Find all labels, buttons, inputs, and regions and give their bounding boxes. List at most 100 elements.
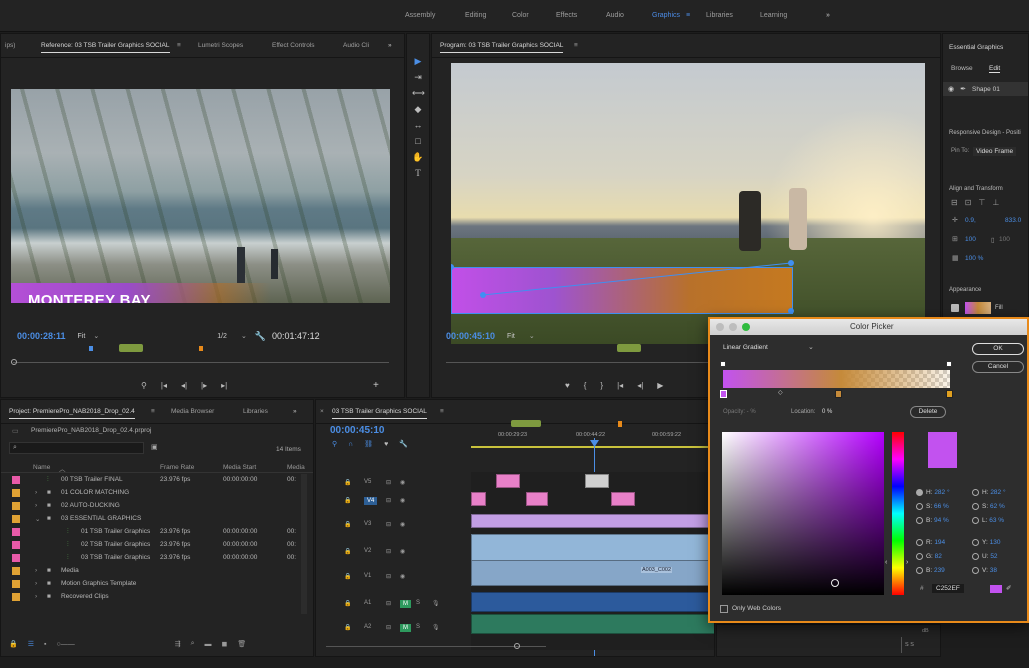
automate-icon[interactable]: ⇶ xyxy=(175,640,181,648)
chevron-down-icon[interactable]: ⌄ xyxy=(93,332,99,340)
saturation-brightness-field[interactable] xyxy=(722,432,884,595)
workspace-learning[interactable]: Learning xyxy=(760,12,787,19)
project-scrollbar[interactable] xyxy=(301,474,307,614)
step-back-icon[interactable]: ◂| xyxy=(637,381,643,390)
sync-lock-icon[interactable]: ⊟ xyxy=(386,573,391,580)
align-horizontal-icon[interactable]: ⊡ xyxy=(965,198,972,207)
label-color-chip[interactable] xyxy=(12,528,20,536)
label-color-chip[interactable] xyxy=(12,567,20,575)
tab-reference[interactable]: Reference: 03 TSB Trailer Graphics SOCIA… xyxy=(41,42,170,53)
color-channel-value[interactable]: 62 % xyxy=(990,503,1005,510)
linked-selection-icon[interactable]: ⛓ xyxy=(364,440,373,448)
mark-in-icon[interactable]: { xyxy=(584,381,587,390)
selection-tool-icon[interactable]: ▶ xyxy=(412,55,424,67)
source-scrub-bar[interactable] xyxy=(13,362,389,363)
opacity-stop[interactable] xyxy=(720,361,726,367)
workspace-assembly[interactable]: Assembly xyxy=(405,12,435,19)
color-value-hsl-yuv[interactable]: U: 52 xyxy=(972,553,998,560)
eye-icon[interactable]: ◉ xyxy=(400,521,405,528)
hue-slider[interactable] xyxy=(892,432,904,595)
go-to-in-icon[interactable]: |◂ xyxy=(617,381,623,390)
fill-swatch[interactable] xyxy=(965,302,991,314)
radio-button[interactable] xyxy=(972,489,979,496)
solo-buttons[interactable]: S S xyxy=(905,642,914,648)
color-channel-value[interactable]: 38 xyxy=(990,567,997,574)
timeline-timecode[interactable]: 00:00:45:10 xyxy=(330,425,384,436)
sync-lock-icon[interactable]: ⊟ xyxy=(386,479,391,486)
tab-media-browser[interactable]: Media Browser xyxy=(171,408,214,415)
track-label[interactable]: A1 xyxy=(364,600,371,606)
fill-checkbox[interactable] xyxy=(951,304,959,312)
clip-v1[interactable] xyxy=(471,560,714,586)
program-timecode[interactable]: 00:00:45:10 xyxy=(446,331,495,341)
track-lock-icon[interactable]: 🔒 xyxy=(344,548,351,555)
opacity-stop[interactable] xyxy=(946,361,952,367)
wrench-icon[interactable]: 🔧 xyxy=(255,331,266,342)
source-fit-select[interactable]: Fit xyxy=(78,333,86,340)
workspace-effects[interactable]: Effects xyxy=(556,12,577,19)
trash-icon[interactable]: 🗑 xyxy=(237,640,246,648)
tab-prefix[interactable]: ips) xyxy=(5,42,15,49)
label-color-chip[interactable] xyxy=(12,593,20,601)
solo-button[interactable]: S xyxy=(416,600,420,606)
project-row[interactable]: ⫶ 01 TSB Trailer Graphics 23.976 fps 00:00:… xyxy=(1,526,301,539)
close-icon[interactable]: × xyxy=(320,408,324,415)
tab-menu-icon[interactable]: ≡ xyxy=(574,42,578,49)
project-search-input[interactable]: ⌕ xyxy=(9,442,144,454)
track-label[interactable]: V5 xyxy=(364,479,371,485)
work-area-bar[interactable] xyxy=(511,420,541,427)
settings-wrench-icon[interactable]: 🔧 xyxy=(399,440,408,448)
radio-button[interactable] xyxy=(972,553,979,560)
color-channel-value[interactable]: 63 % xyxy=(989,517,1004,524)
align-top-icon[interactable]: ⊤ xyxy=(978,198,985,207)
step-forward-icon[interactable]: ▸| xyxy=(221,381,227,390)
new-item-icon[interactable]: ◼ xyxy=(222,640,228,648)
scale-height[interactable]: 100 xyxy=(999,236,1010,243)
track-lock-icon[interactable]: 🔒 xyxy=(344,600,351,607)
disclosure-icon[interactable]: ⌄ xyxy=(35,515,40,523)
disclosure-icon[interactable]: › xyxy=(35,567,37,574)
position-y[interactable]: 833.0 xyxy=(1005,217,1021,224)
clip-v3[interactable] xyxy=(471,514,714,528)
tab-timeline[interactable]: 03 TSB Trailer Graphics SOCIAL xyxy=(332,408,427,419)
tab-edit[interactable]: Edit xyxy=(989,65,1001,73)
eye-icon[interactable]: ◉ xyxy=(400,497,405,504)
slip-tool-icon[interactable]: ↔ xyxy=(412,119,424,131)
track-lock-icon[interactable]: 🔒 xyxy=(344,521,351,528)
sync-lock-icon[interactable]: ⊟ xyxy=(386,497,391,504)
layer-row[interactable]: ◉ ✒ Shape 01 xyxy=(943,82,1028,96)
link-icon[interactable]: ▯ xyxy=(991,236,995,244)
label-color-chip[interactable] xyxy=(12,489,20,497)
in-out-range[interactable] xyxy=(119,344,143,352)
minimize-window-button[interactable] xyxy=(729,323,737,331)
workspace-audio[interactable]: Audio xyxy=(606,12,624,19)
workspace-libraries[interactable]: Libraries xyxy=(706,12,733,19)
column-name[interactable]: Name xyxy=(33,464,50,471)
pin-to-select[interactable]: Video Frame xyxy=(973,147,1017,156)
tab-browse[interactable]: Browse xyxy=(951,65,973,72)
column-media[interactable]: Media xyxy=(287,464,305,471)
sort-ascending-icon[interactable]: ︿ xyxy=(59,463,66,473)
hue-arrow-right-icon[interactable]: › xyxy=(906,559,908,566)
nest-icon[interactable]: ⚲ xyxy=(332,440,337,448)
tab-effect-controls[interactable]: Effect Controls xyxy=(272,42,315,49)
clip-a2[interactable] xyxy=(471,614,714,634)
source-timecode[interactable]: 00:00:28:11 xyxy=(17,331,66,341)
tab-more-button[interactable]: » xyxy=(388,42,392,49)
zoom-handle[interactable] xyxy=(514,643,520,649)
align-vertical-icon[interactable]: ⊟ xyxy=(951,198,958,207)
color-value-hsb-rgb[interactable]: R: 194 xyxy=(916,539,945,546)
play-icon[interactable]: |▸ xyxy=(201,381,207,390)
track-label[interactable]: V1 xyxy=(364,573,371,579)
project-row[interactable]: › ■ Media xyxy=(1,565,301,578)
radio-button[interactable] xyxy=(972,539,979,546)
track-label[interactable]: V4 xyxy=(364,497,378,505)
zoom-window-button[interactable] xyxy=(742,323,750,331)
close-window-button[interactable] xyxy=(716,323,724,331)
radio-button[interactable] xyxy=(916,489,923,496)
column-frame-rate[interactable]: Frame Rate xyxy=(160,464,194,471)
clip-v4[interactable] xyxy=(526,492,548,506)
color-channel-value[interactable]: 194 xyxy=(934,539,945,546)
color-channel-value[interactable]: 66 % xyxy=(934,503,949,510)
microphone-icon[interactable]: 🎙 xyxy=(432,624,440,631)
